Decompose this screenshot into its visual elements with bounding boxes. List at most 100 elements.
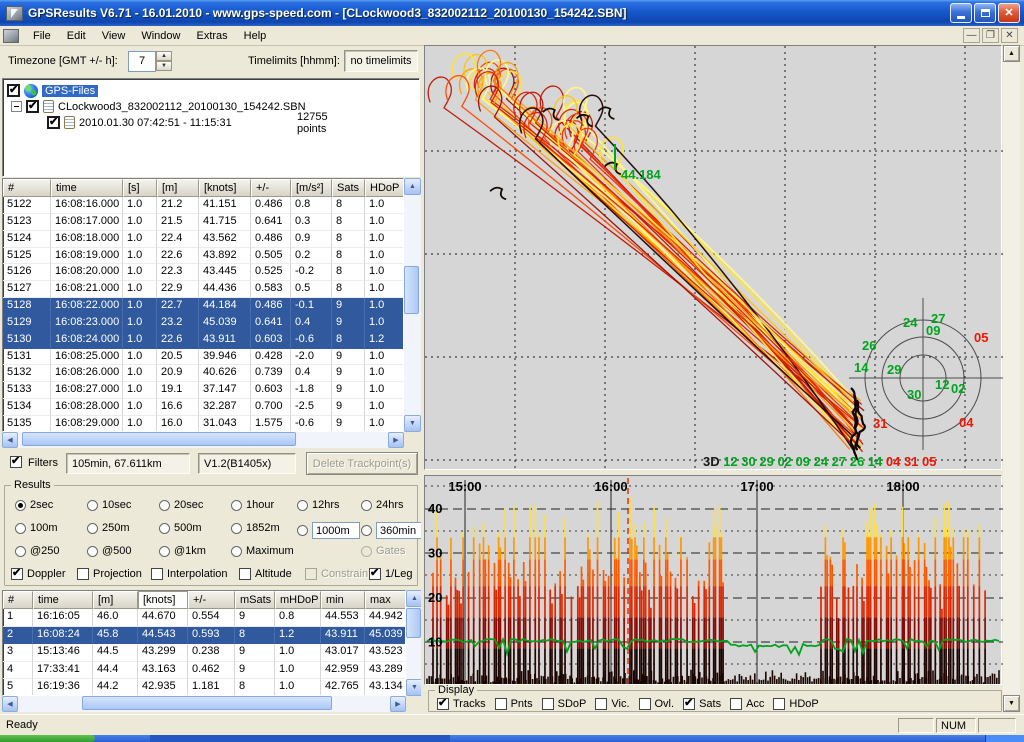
radio-icon[interactable]	[87, 523, 98, 534]
tree-session-checkbox[interactable]	[47, 116, 60, 129]
menu-view[interactable]: View	[94, 28, 134, 44]
tree-session-label[interactable]: 2010.01.30 07:42:51 - 11:15:31	[79, 117, 232, 129]
column-header-ms[interactable]: [m/s²]	[291, 179, 332, 197]
radio-2sec[interactable]: 2sec	[15, 499, 53, 511]
radio-20sec[interactable]: 20sec	[159, 499, 203, 511]
delete-trackpoints-button[interactable]: Delete Trackpoint(s)	[306, 452, 418, 475]
tree-root-label[interactable]: GPS-Files	[42, 85, 98, 97]
filters-checkbox[interactable]	[10, 456, 22, 468]
radio-12hrs[interactable]: 12hrs	[297, 499, 340, 511]
table-row[interactable]: 512616:08:20.0001.022.343.4450.525-0.281…	[3, 264, 403, 281]
column-header-time[interactable]: time	[33, 591, 93, 609]
mdi-restore-button[interactable]: ❐	[982, 28, 999, 43]
column-header-[interactable]: #	[3, 179, 51, 197]
display-checkbox-SDoP[interactable]: SDoP	[542, 698, 587, 710]
menu-edit[interactable]: Edit	[59, 28, 94, 44]
table-row[interactable]: 512716:08:21.0001.022.944.4360.5830.581.…	[3, 281, 403, 298]
table-row[interactable]: 512916:08:23.0001.023.245.0390.6410.491.…	[3, 315, 403, 332]
display-checkbox-Sats[interactable]: Sats	[683, 698, 721, 710]
scroll-right-icon[interactable]: ▶	[388, 432, 404, 448]
display-checkbox-Pnts[interactable]: Pnts	[495, 698, 533, 710]
display-checkbox-HDoP[interactable]: HDoP	[773, 698, 818, 710]
checkbox-Projection[interactable]: Projection	[77, 568, 142, 580]
column-header-mHDoP[interactable]: mHDoP	[275, 591, 321, 609]
menu-help[interactable]: Help	[236, 28, 275, 44]
radio-icon[interactable]	[15, 523, 26, 534]
checkbox-icon[interactable]	[437, 698, 449, 710]
column-header-knots[interactable]: [knots]	[138, 591, 188, 609]
radio-icon[interactable]	[361, 546, 372, 557]
checkbox-icon[interactable]	[683, 698, 695, 710]
radio-@500[interactable]: @500	[87, 545, 132, 557]
start-button[interactable]	[0, 735, 95, 742]
close-button[interactable]: ✕	[998, 3, 1020, 23]
table-row[interactable]: 512516:08:19.0001.022.643.8920.5050.281.…	[3, 248, 403, 265]
mdi-minimize-button[interactable]: —	[963, 28, 980, 43]
table-row[interactable]: 417:33:4144.443.1630.46291.042.95943.289	[3, 662, 405, 680]
menu-window[interactable]: Window	[133, 28, 188, 44]
checkbox-icon[interactable]	[773, 698, 785, 710]
radio-360min[interactable]	[361, 522, 424, 539]
hscroll-thumb[interactable]	[22, 432, 296, 446]
checkbox-icon[interactable]	[11, 568, 23, 580]
checkbox-icon[interactable]	[77, 568, 89, 580]
radio-1hour[interactable]: 1hour	[231, 499, 274, 511]
table-row[interactable]: 116:16:0546.044.6700.55490.844.55344.942	[3, 609, 405, 627]
table-row[interactable]: 513316:08:27.0001.019.137.1470.603-1.891…	[3, 382, 403, 399]
column-header-min[interactable]: min	[321, 591, 365, 609]
column-header-m[interactable]: [m]	[93, 591, 138, 609]
track-map[interactable]: 44.1842427090526142912023031043D 12 30 2…	[424, 45, 1002, 470]
checkbox-icon[interactable]	[495, 698, 507, 710]
radio-Gates[interactable]: Gates	[361, 545, 405, 557]
display-checkbox-Ovl[interactable]: Ovl.	[639, 698, 675, 710]
table-row[interactable]: 513116:08:25.0001.020.539.9460.428-2.091…	[3, 349, 403, 366]
radio-icon[interactable]	[361, 525, 372, 536]
checkbox-icon[interactable]	[542, 698, 554, 710]
radio-500m[interactable]: 500m	[159, 522, 202, 534]
checkbox-Altitude[interactable]: Altitude	[239, 568, 292, 580]
radio-icon[interactable]	[87, 500, 98, 511]
checkbox-icon[interactable]	[595, 698, 607, 710]
column-header-HDoP[interactable]: HDoP	[365, 179, 404, 197]
radio-@1km[interactable]: @1km	[159, 545, 206, 557]
radio-icon[interactable]	[361, 500, 372, 511]
radio-icon[interactable]	[15, 546, 26, 557]
radio-@250[interactable]: @250	[15, 545, 60, 557]
restore-button[interactable]	[974, 3, 996, 23]
radio-1000m[interactable]	[297, 522, 360, 539]
radio-Maximum[interactable]: Maximum	[231, 545, 294, 557]
radio-icon[interactable]	[15, 500, 26, 511]
column-header-[interactable]: +/-	[251, 179, 291, 197]
radio-10sec[interactable]: 10sec	[87, 499, 131, 511]
radio-250m[interactable]: 250m	[87, 522, 130, 534]
radio-icon[interactable]	[297, 500, 308, 511]
menu-extras[interactable]: Extras	[188, 28, 235, 44]
table-row[interactable]: 513516:08:29.0001.016.031.0431.575-0.691…	[3, 416, 403, 432]
radio-icon[interactable]	[231, 500, 242, 511]
radio-icon[interactable]	[231, 523, 242, 534]
checkbox-icon[interactable]	[639, 698, 651, 710]
scroll-up-icon[interactable]: ▲	[404, 178, 421, 195]
radio-icon[interactable]	[159, 500, 170, 511]
custom-value-input[interactable]	[312, 522, 360, 539]
column-header-[interactable]: #	[3, 591, 33, 609]
radio-icon[interactable]	[159, 546, 170, 557]
table-row[interactable]: 513016:08:24.0001.022.643.9110.603-0.681…	[3, 332, 403, 349]
scroll-left-icon[interactable]: ◀	[2, 696, 18, 712]
tree-file-label[interactable]: CLockwood3_832002112_20100130_154242.SBN	[58, 101, 306, 113]
collapse-icon[interactable]	[11, 101, 22, 112]
table-row[interactable]: 513416:08:28.0001.016.632.2870.700-2.591…	[3, 399, 403, 416]
map-vscrollbar[interactable]: ▲ ▼	[1003, 45, 1020, 712]
scroll-down-icon[interactable]: ▼	[1003, 695, 1020, 712]
trackpoint-vscrollbar[interactable]: ▲ ▼	[404, 178, 421, 432]
tree-file-checkbox[interactable]	[26, 100, 39, 113]
checkbox-Constrain[interactable]: Constrain	[305, 568, 368, 580]
trackpoint-hscrollbar[interactable]: ◀ ▶	[2, 432, 404, 448]
radio-icon[interactable]	[87, 546, 98, 557]
scroll-right-icon[interactable]: ▶	[390, 696, 406, 712]
radio-icon[interactable]	[297, 525, 308, 536]
checkbox-icon[interactable]	[151, 568, 163, 580]
checkbox-Interpolation[interactable]: Interpolation	[151, 568, 228, 580]
table-row[interactable]: 315:13:4644.543.2990.23891.043.01743.523	[3, 644, 405, 662]
custom-value-input[interactable]	[376, 522, 424, 539]
